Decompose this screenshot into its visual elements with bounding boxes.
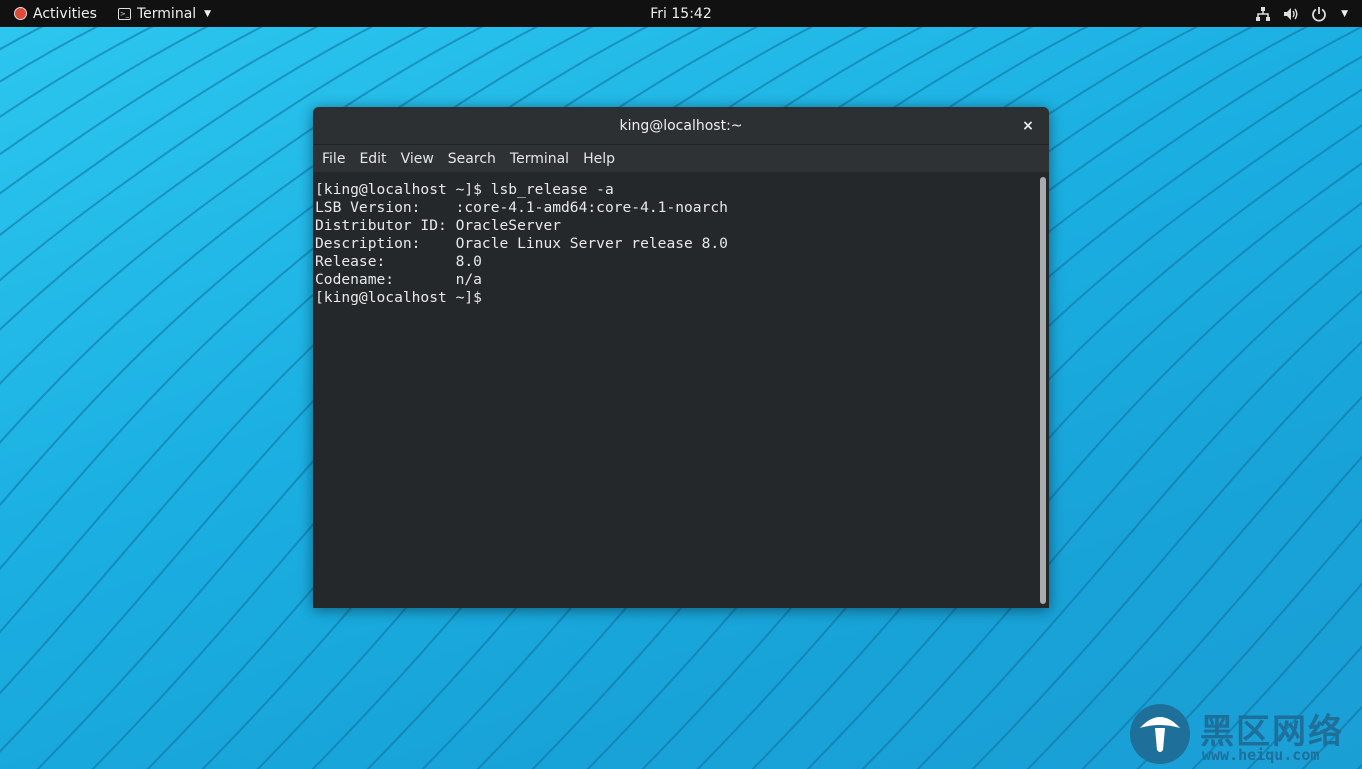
wallpaper-wave-line <box>1191 582 1362 769</box>
terminal-line: LSB Version: :core-4.1-amd64:core-4.1-no… <box>315 199 728 216</box>
window-titlebar[interactable]: king@localhost:~ × <box>313 107 1049 145</box>
chevron-down-icon: ▼ <box>1341 8 1348 19</box>
terminal-output-area[interactable]: [king@localhost ~]$ lsb_release -a LSB Ve… <box>313 173 1049 608</box>
terminal-prompt-line: [king@localhost ~]$ <box>315 289 482 306</box>
menu-help[interactable]: Help <box>576 145 622 173</box>
wallpaper-wave-line <box>0 27 320 769</box>
menu-search[interactable]: Search <box>441 145 503 173</box>
terminal-line: Release: 8.0 <box>315 253 482 270</box>
watermark: 黑区网络 www.heiqu.com <box>1128 702 1358 766</box>
menu-file[interactable]: File <box>315 145 352 173</box>
power-icon <box>1312 6 1326 22</box>
wallpaper-wave-line <box>1081 455 1362 769</box>
system-status-menu[interactable]: ▼ <box>1255 0 1348 27</box>
terminal-line: Description: Oracle Linux Server release… <box>315 235 728 252</box>
volume-icon <box>1284 7 1298 20</box>
top-bar: Activities >_ Terminal ▼ Fri 15:42 ▼ <box>0 0 1362 27</box>
chevron-down-icon: ▼ <box>204 8 212 19</box>
menu-terminal[interactable]: Terminal <box>503 145 576 173</box>
network-icon <box>1256 6 1271 21</box>
terminal-line: Codename: n/a <box>315 271 482 288</box>
activities-label: Activities <box>33 5 97 22</box>
terminal-line: [king@localhost ~]$ lsb_release -a <box>315 181 614 198</box>
terminal-line: Distributor ID: OracleServer <box>315 217 562 234</box>
close-button[interactable]: × <box>1019 117 1037 135</box>
wallpaper-wave-line <box>1136 518 1362 769</box>
menu-edit[interactable]: Edit <box>352 145 393 173</box>
menu-bar: File Edit View Search Terminal Help <box>313 145 1049 173</box>
app-menu-button[interactable]: >_ Terminal ▼ <box>118 0 211 27</box>
clock-button[interactable]: Fri 15:42 <box>650 6 711 22</box>
terminal-text: [king@localhost ~]$ lsb_release -a LSB Ve… <box>315 181 728 307</box>
app-menu-label: Terminal <box>137 5 197 22</box>
mushroom-logo-icon <box>1130 704 1190 764</box>
activities-button[interactable]: Activities <box>14 0 97 27</box>
oracle-logo-icon <box>14 7 27 20</box>
terminal-icon: >_ <box>118 7 131 20</box>
terminal-window[interactable]: king@localhost:~ × File Edit View Search… <box>313 107 1049 608</box>
menu-view[interactable]: View <box>394 145 441 173</box>
watermark-url: www.heiqu.com <box>1202 746 1320 764</box>
window-title: king@localhost:~ <box>619 117 743 134</box>
scrollbar[interactable] <box>1040 177 1046 604</box>
